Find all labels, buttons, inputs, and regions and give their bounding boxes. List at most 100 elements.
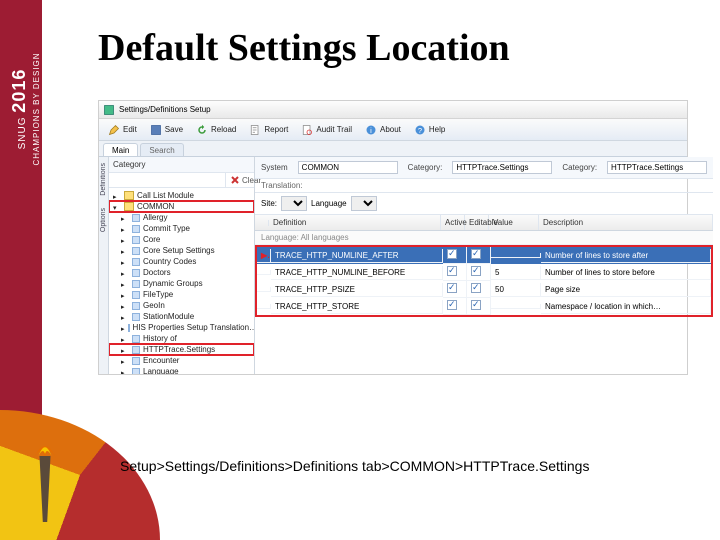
tree-search-input[interactable] [109, 173, 226, 187]
col-active[interactable]: Active [441, 215, 465, 230]
tree-node[interactable]: GeoIn [109, 300, 254, 311]
tree-node-label: Core Setup Settings [143, 246, 215, 255]
grid-body: ▶TRACE_HTTP_NUMLINE_AFTERNumber of lines… [255, 245, 713, 317]
leaf-icon [128, 324, 130, 332]
table-row[interactable]: TRACE_HTTP_PSIZE50Page size [257, 281, 711, 298]
checkbox-icon [447, 300, 457, 310]
tree-node[interactable]: Language [109, 366, 254, 374]
pencil-icon [108, 124, 120, 136]
col-editable[interactable]: Editable [465, 215, 489, 230]
report-button[interactable]: Report [246, 122, 291, 138]
checkbox-icon [471, 249, 481, 259]
about-button[interactable]: iAbout [362, 122, 404, 138]
system-label: System [261, 163, 288, 172]
tree-node-label: GeoIn [143, 301, 165, 310]
cell-value[interactable] [491, 253, 541, 258]
tree-node[interactable]: Dynamic Groups [109, 278, 254, 289]
vtab-definitions[interactable]: Definitions [99, 157, 108, 202]
edit-button[interactable]: Edit [105, 122, 140, 138]
clear-icon [230, 175, 240, 185]
main-panel: System Category: Category: Translation: … [255, 157, 713, 374]
category-input[interactable] [452, 161, 552, 174]
leaf-icon [132, 258, 140, 266]
cell-active[interactable] [443, 247, 467, 264]
col-definition[interactable]: Definition [269, 215, 441, 230]
leaf-icon [132, 313, 140, 321]
cell-active[interactable] [443, 264, 467, 281]
cell-editable[interactable] [467, 298, 491, 315]
tree-node[interactable]: Core Setup Settings [109, 245, 254, 256]
tree-node[interactable]: Encounter [109, 355, 254, 366]
twisty-icon [121, 346, 129, 354]
tree-node-label: Dynamic Groups [143, 279, 203, 288]
twisty-icon [121, 225, 129, 233]
tree-node[interactable]: Core [109, 234, 254, 245]
tree-node[interactable]: Allergy [109, 212, 254, 223]
save-icon [150, 124, 162, 136]
tree-search: Clear [109, 173, 254, 188]
lang-select[interactable] [351, 196, 377, 211]
cell-editable[interactable] [467, 281, 491, 298]
info-icon: i [365, 124, 377, 136]
cell-editable[interactable] [467, 247, 491, 264]
twisty-icon [121, 214, 129, 222]
tree-node[interactable]: COMMON [109, 201, 254, 212]
reload-icon [196, 124, 208, 136]
tree-node[interactable]: FileType [109, 289, 254, 300]
report-icon [249, 124, 261, 136]
tree-node[interactable]: Country Codes [109, 256, 254, 267]
cell-value[interactable] [491, 304, 541, 309]
tree-node[interactable]: Doctors [109, 267, 254, 278]
cell-description: Namespace / location in which… [541, 300, 711, 314]
tree-node[interactable]: HTTPTrace.Settings [109, 344, 254, 355]
twisty-icon [121, 247, 129, 255]
app-title: Settings/Definitions Setup [119, 105, 211, 114]
help-button[interactable]: ?Help [411, 122, 448, 138]
table-row[interactable]: TRACE_HTTP_STORENamespace / location in … [257, 298, 711, 315]
brand-name: SNUG [17, 116, 28, 149]
tree-node[interactable]: Commit Type [109, 223, 254, 234]
col-value[interactable]: Value [489, 215, 539, 230]
table-row[interactable]: TRACE_HTTP_NUMLINE_BEFORE5Number of line… [257, 264, 711, 281]
tree[interactable]: Call List ModuleCOMMONAllergyCommit Type… [109, 188, 254, 374]
vtab-options[interactable]: Options [99, 202, 108, 238]
site-label: Site: [261, 199, 277, 208]
window-icon [103, 104, 115, 116]
category2-input[interactable] [607, 161, 707, 174]
system-input[interactable] [298, 161, 398, 174]
tree-node[interactable]: History of [109, 333, 254, 344]
cell-value[interactable]: 5 [491, 266, 541, 280]
tree-node[interactable]: HIS Properties Setup Translation… [109, 322, 254, 333]
audit-button[interactable]: Audit Trail [298, 122, 355, 138]
reload-button[interactable]: Reload [193, 122, 239, 138]
tree-node-label: Encounter [143, 356, 179, 365]
checkbox-icon [471, 266, 481, 276]
tree-node-label: Language [143, 367, 179, 374]
twisty-icon [121, 324, 125, 332]
tree-node[interactable]: Call List Module [109, 190, 254, 201]
tab-main[interactable]: Main [103, 143, 138, 156]
twisty-icon [121, 313, 129, 321]
brand-text: SNUG 2016 CHAMPIONS BY DESIGN [9, 34, 41, 184]
cell-editable[interactable] [467, 264, 491, 281]
leaf-icon [132, 302, 140, 310]
cell-description: Number of lines to store before [541, 266, 711, 280]
edit-label: Edit [123, 125, 137, 134]
tab-search[interactable]: Search [140, 143, 183, 156]
svg-text:?: ? [418, 126, 422, 135]
grid-filter: Site: Language [255, 193, 713, 215]
cell-active[interactable] [443, 298, 467, 315]
leaf-icon [132, 225, 140, 233]
site-select[interactable] [281, 196, 307, 211]
table-row[interactable]: ▶TRACE_HTTP_NUMLINE_AFTERNumber of lines… [257, 247, 711, 264]
lang-label: Language [311, 199, 347, 208]
cell-value[interactable]: 50 [491, 283, 541, 297]
tree-node[interactable]: StationModule [109, 311, 254, 322]
col-description[interactable]: Description [539, 215, 713, 230]
tree-header: Category [109, 157, 254, 173]
twisty-icon [113, 192, 121, 200]
cell-active[interactable] [443, 281, 467, 298]
save-button[interactable]: Save [147, 122, 186, 138]
report-label: Report [264, 125, 288, 134]
checkbox-icon [447, 249, 457, 259]
